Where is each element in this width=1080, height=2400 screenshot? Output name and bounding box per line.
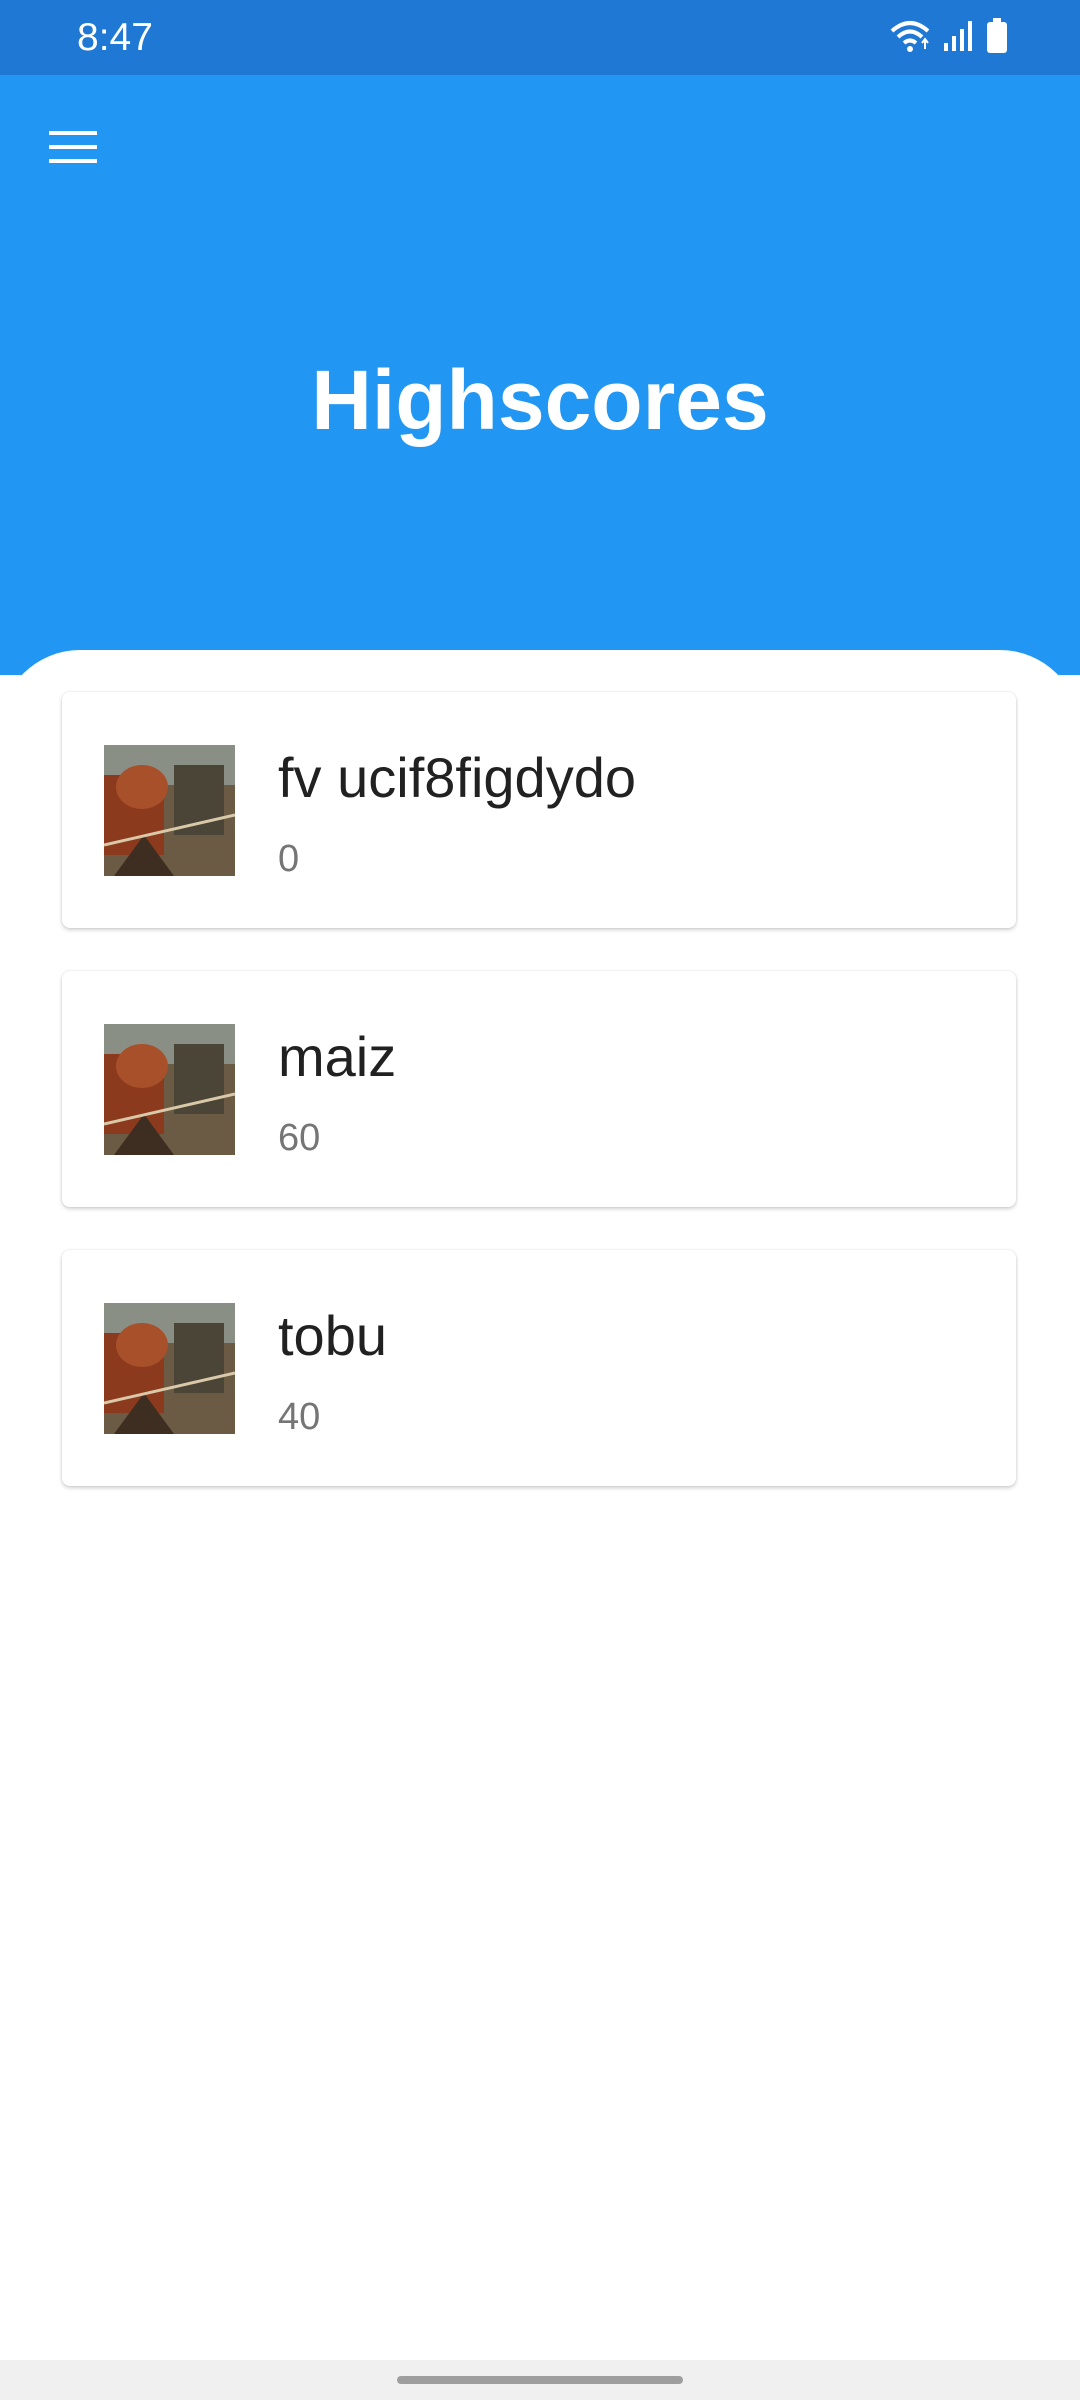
signal-icon bbox=[942, 19, 974, 58]
hamburger-menu-icon bbox=[47, 127, 99, 172]
game-art-thumbnail bbox=[104, 1303, 235, 1434]
player-score: 0 bbox=[278, 838, 300, 880]
system-nav-bar bbox=[0, 2360, 1080, 2400]
player-name: fv ucif8figdydo bbox=[278, 746, 636, 809]
score-card[interactable]: maiz 60 bbox=[62, 971, 1016, 1207]
player-score: 60 bbox=[278, 1117, 321, 1159]
avatar bbox=[104, 1303, 235, 1434]
player-name: tobu bbox=[278, 1304, 387, 1367]
avatar bbox=[104, 745, 235, 876]
home-indicator[interactable] bbox=[397, 2376, 683, 2384]
status-bar: 8:47 bbox=[0, 0, 1080, 75]
score-card[interactable]: fv ucif8figdydo 0 bbox=[62, 692, 1016, 928]
page-title: Highscores bbox=[311, 353, 769, 447]
score-card[interactable]: tobu 40 bbox=[62, 1250, 1016, 1486]
player-score: 40 bbox=[278, 1396, 321, 1438]
battery-icon bbox=[986, 17, 1008, 59]
avatar bbox=[104, 1024, 235, 1155]
menu-button[interactable] bbox=[34, 110, 112, 188]
player-name: maiz bbox=[278, 1025, 397, 1088]
status-time: 8:47 bbox=[77, 16, 153, 59]
game-art-thumbnail bbox=[104, 745, 235, 876]
score-list: fv ucif8figdydo 0 maiz 60 tobu 40 bbox=[62, 692, 1018, 1529]
game-art-thumbnail bbox=[104, 1024, 235, 1155]
status-icons bbox=[890, 17, 1008, 59]
wifi-icon bbox=[890, 19, 930, 58]
